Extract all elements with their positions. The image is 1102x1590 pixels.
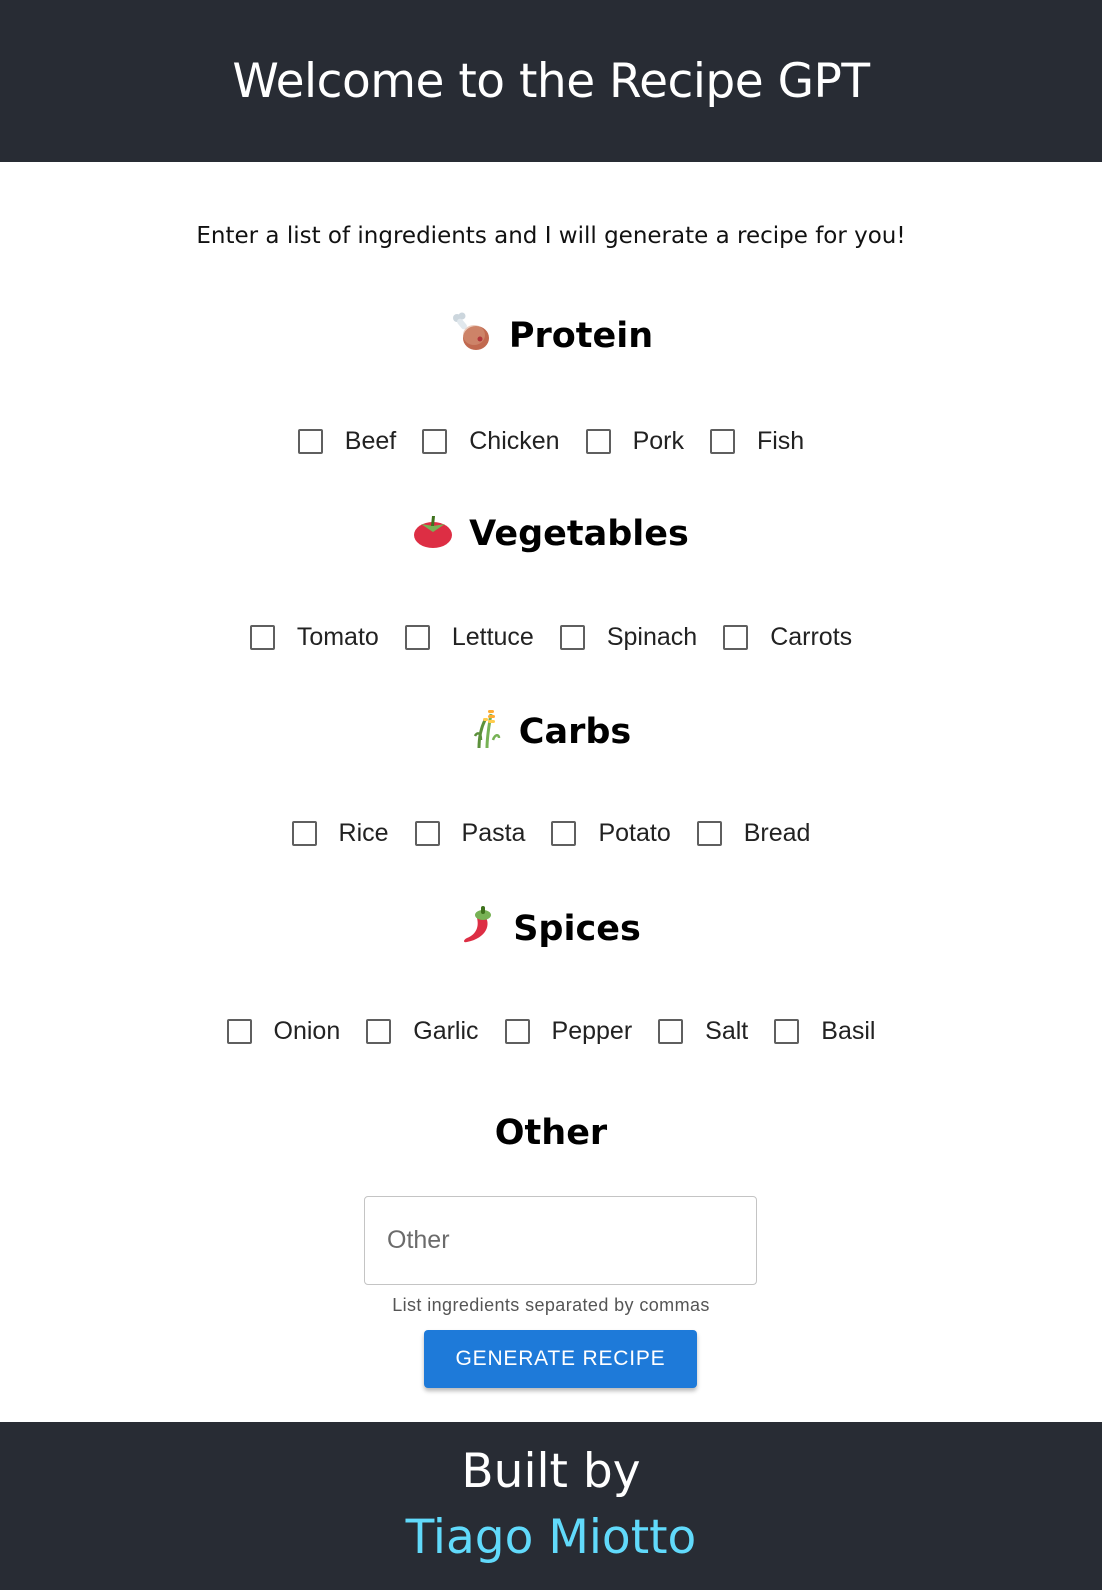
section-title-label: Other xyxy=(494,1113,608,1153)
section-title-carbs: Carbs xyxy=(0,707,1102,757)
checkbox-tomato[interactable]: Tomato xyxy=(249,622,379,652)
generate-recipe-button[interactable]: GENERATE RECIPE xyxy=(424,1330,697,1388)
checkbox-pepper[interactable]: Pepper xyxy=(504,1016,633,1046)
checkbox-beef[interactable]: Beef xyxy=(297,426,397,456)
author-link[interactable]: Tiago Miotto xyxy=(0,1510,1102,1565)
checkbox-box[interactable] xyxy=(366,1018,392,1044)
checkbox-box[interactable] xyxy=(774,1018,800,1044)
checkbox-box[interactable] xyxy=(559,624,585,650)
chili-pepper-icon xyxy=(461,904,497,955)
checkbox-potato[interactable]: Potato xyxy=(551,818,671,848)
checkbox-basil[interactable]: Basil xyxy=(774,1017,875,1046)
checkbox-box[interactable] xyxy=(297,428,323,454)
checkbox-box[interactable] xyxy=(404,624,430,650)
protein-options: Beef Chicken Pork Fish xyxy=(0,421,1102,461)
checkbox-box[interactable] xyxy=(414,820,440,846)
app-header: Welcome to the Recipe GPT xyxy=(0,0,1102,162)
checkbox-box[interactable] xyxy=(585,428,611,454)
carbs-options: Rice Pasta Potato Bread xyxy=(0,813,1102,853)
checkbox-label: Bread xyxy=(743,818,811,847)
section-title-protein: Protein xyxy=(0,311,1102,361)
checkbox-box[interactable] xyxy=(504,1018,530,1044)
checkbox-label: Salt xyxy=(705,1016,749,1045)
intro-text: Enter a list of ingredients and I will g… xyxy=(196,223,906,249)
checkbox-garlic[interactable]: Garlic xyxy=(366,1016,479,1046)
checkbox-salt[interactable]: Salt xyxy=(658,1017,748,1046)
checkbox-box[interactable] xyxy=(551,820,577,846)
checkbox-box[interactable] xyxy=(709,428,735,454)
checkbox-label: Fish xyxy=(756,426,805,455)
other-input-container xyxy=(364,1196,757,1285)
app-footer: Built by Tiago Miotto xyxy=(0,1422,1102,1590)
built-by-text: Built by xyxy=(461,1444,641,1499)
tomato-icon xyxy=(413,510,453,559)
checkbox-label: Rice xyxy=(338,818,389,847)
checkbox-rice[interactable]: Rice xyxy=(291,818,389,848)
wheat-icon xyxy=(471,706,503,759)
checkbox-box[interactable] xyxy=(291,820,317,846)
section-title-label: Vegetables xyxy=(469,514,689,554)
checkbox-box[interactable] xyxy=(249,624,275,650)
vegetables-options: Tomato Lettuce Spinach Carrots xyxy=(0,617,1102,657)
checkbox-label: Basil xyxy=(821,1016,876,1045)
checkbox-spinach[interactable]: Spinach xyxy=(559,622,698,652)
page-title: Welcome to the Recipe GPT xyxy=(232,53,870,109)
checkbox-label: Beef xyxy=(344,426,397,455)
spices-options: Onion Garlic Pepper Salt Basil xyxy=(0,1011,1102,1051)
checkbox-pasta[interactable]: Pasta xyxy=(414,818,526,848)
checkbox-lettuce[interactable]: Lettuce xyxy=(404,622,534,652)
section-title-spices: Spices xyxy=(0,904,1102,954)
checkbox-label: Tomato xyxy=(296,622,379,651)
drumstick-icon xyxy=(449,310,493,363)
section-title-other: Other xyxy=(0,1108,1102,1158)
section-title-label: Protein xyxy=(508,316,654,356)
checkbox-box[interactable] xyxy=(658,1018,684,1044)
checkbox-label: Pasta xyxy=(461,818,526,847)
checkbox-onion[interactable]: Onion xyxy=(226,1016,341,1046)
checkbox-box[interactable] xyxy=(226,1018,252,1044)
checkbox-label: Pepper xyxy=(551,1016,633,1045)
section-title-label: Spices xyxy=(513,909,641,949)
checkbox-label: Lettuce xyxy=(451,622,534,651)
checkbox-bread[interactable]: Bread xyxy=(696,818,811,848)
checkbox-label: Pork xyxy=(632,426,684,455)
checkbox-label: Carrots xyxy=(770,622,853,651)
section-title-vegetables: Vegetables xyxy=(0,509,1102,559)
checkbox-label: Onion xyxy=(273,1016,341,1045)
checkbox-label: Spinach xyxy=(606,622,698,651)
checkbox-box[interactable] xyxy=(422,428,448,454)
checkbox-chicken[interactable]: Chicken xyxy=(422,426,560,456)
helper-text: List ingredients separated by commas xyxy=(392,1295,710,1315)
checkbox-box[interactable] xyxy=(696,820,722,846)
checkbox-pork[interactable]: Pork xyxy=(585,426,684,456)
checkbox-label: Garlic xyxy=(413,1016,479,1045)
checkbox-label: Chicken xyxy=(469,426,560,455)
other-ingredients-input[interactable] xyxy=(365,1197,756,1284)
checkbox-fish[interactable]: Fish xyxy=(709,426,805,456)
checkbox-box[interactable] xyxy=(723,624,749,650)
section-title-label: Carbs xyxy=(518,712,632,752)
checkbox-label: Potato xyxy=(598,818,671,847)
checkbox-carrots[interactable]: Carrots xyxy=(723,623,852,652)
